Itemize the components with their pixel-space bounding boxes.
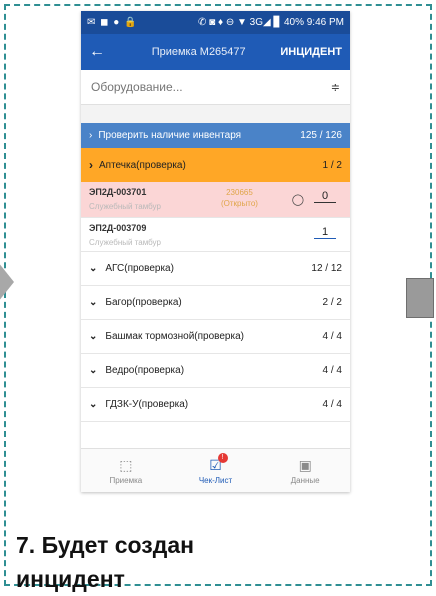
group-label: Башмак тормозной(проверка) (105, 331, 244, 342)
item-code: ЭП2Д-003709 (89, 223, 147, 233)
comment-icon[interactable]: ◯ (292, 193, 304, 206)
chevron-right-icon: › (89, 130, 93, 141)
app-bar: ← Приемка М265477 ИНЦИДЕНТ (81, 34, 350, 70)
group-count: 4 / 4 (322, 399, 342, 410)
chevron-right-icon: › (89, 158, 93, 172)
status-right: ✆ ◙ ♦ ⊖ ▼ 3G◢ ▊ 40% 9:46 PM (197, 17, 344, 28)
search-bar: ≑ (81, 70, 350, 105)
group-row[interactable]: ⌄ АГС(проверка) 12 / 12 (81, 252, 350, 286)
group-label: ГДЗК-У(проверка) (105, 399, 189, 410)
quantity-field[interactable]: 0 (314, 190, 336, 203)
phone-screen: ✉ ◼ ● 🔒 ✆ ◙ ♦ ⊖ ▼ 3G◢ ▊ 40% 9:46 PM ← Пр… (81, 11, 350, 492)
group-row[interactable]: ⌄ Башмак тормозной(проверка) 4 / 4 (81, 320, 350, 354)
check-inventory-label: Проверить наличие инвентаря (98, 130, 242, 141)
incident-status: (Открыто) (221, 199, 258, 208)
nav-tab-checklist[interactable]: ☑ ! Чек-Лист (171, 449, 261, 492)
group-count: 12 / 12 (311, 263, 342, 274)
chevron-down-icon: ⌄ (89, 297, 98, 308)
incident-button[interactable]: ИНЦИДЕНТ (280, 46, 342, 58)
group-label: Ведро(проверка) (105, 365, 185, 376)
briefcase-icon: ▣ (298, 456, 312, 473)
chevron-down-icon: ⌄ (89, 331, 98, 342)
item-location: Служебный тамбур (89, 202, 161, 211)
nav-tab-data[interactable]: ▣ Данные (260, 449, 350, 492)
list-item[interactable]: ЭП2Д-003709 Служебный тамбур 1 (81, 218, 350, 252)
status-bar: ✉ ◼ ● 🔒 ✆ ◙ ♦ ⊖ ▼ 3G◢ ▊ 40% 9:46 PM (81, 11, 350, 34)
nav-label: Данные (290, 475, 320, 485)
status-left-icons: ✉ ◼ ● 🔒 (87, 17, 138, 28)
step-caption: 7. Будет создан инцидент (16, 528, 194, 596)
check-inventory-count: 125 / 126 (300, 130, 342, 141)
chevron-down-icon: ⌄ (89, 365, 98, 376)
next-slide-placeholder (406, 278, 434, 318)
chevron-down-icon: ⌄ (89, 399, 98, 410)
group-label: Багор(проверка) (105, 297, 182, 308)
back-arrow-icon[interactable]: ← (89, 43, 117, 61)
nav-label: Чек-Лист (198, 475, 233, 485)
quantity-field[interactable]: 1 (314, 226, 336, 239)
group-row[interactable]: ⌄ ГДЗК-У(проверка) 4 / 4 (81, 388, 350, 422)
notification-badge: ! (217, 453, 228, 463)
item-code: ЭП2Д-003701 (89, 187, 147, 197)
acceptance-icon: ⬚ (119, 456, 133, 473)
incident-number: 230665 (226, 188, 253, 197)
page-title: Приемка М265477 (151, 46, 246, 58)
group-count: 1 / 2 (322, 159, 342, 171)
item-location: Служебный тамбур (89, 238, 161, 247)
check-inventory-bar[interactable]: › Проверить наличие инвентаря 125 / 126 (81, 123, 350, 148)
filter-icon[interactable]: ≑ (331, 81, 340, 94)
nav-tab-acceptance[interactable]: ⬚ Приемка (81, 449, 171, 492)
spacer (81, 105, 350, 123)
chevron-down-icon: ⌄ (89, 263, 98, 274)
bottom-navigation: ⬚ Приемка ☑ ! Чек-Лист ▣ Данные (81, 448, 350, 492)
group-count: 4 / 4 (322, 365, 342, 376)
group-row[interactable]: ⌄ Ведро(проверка) 4 / 4 (81, 354, 350, 388)
status-badge: 230665 (Открыто) (221, 187, 258, 209)
group-header-first-aid[interactable]: › Аптечка(проверка) 1 / 2 (81, 148, 350, 182)
caption-line-1: 7. Будет создан (16, 532, 195, 558)
search-input[interactable] (91, 80, 331, 94)
group-label: Аптечка(проверка) (99, 159, 186, 171)
group-count: 2 / 2 (322, 297, 342, 308)
group-count: 4 / 4 (322, 331, 342, 342)
nav-label: Приемка (109, 475, 143, 485)
group-row[interactable]: ⌄ Багор(проверка) 2 / 2 (81, 286, 350, 320)
list-item[interactable]: ЭП2Д-003701 Служебный тамбур 230665 (Отк… (81, 182, 350, 218)
group-label: АГС(проверка) (105, 263, 174, 274)
